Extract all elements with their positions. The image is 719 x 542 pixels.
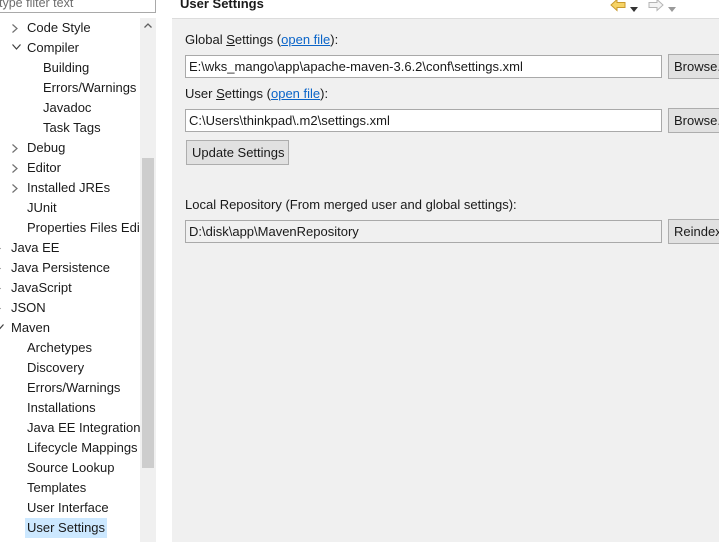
global-settings-field[interactable] [185, 55, 662, 78]
tree-item[interactable]: Properties Files Edi [0, 218, 140, 238]
tree-item[interactable]: Building [0, 58, 140, 78]
tree-item-label: JavaScript [11, 280, 72, 295]
chevron-up-icon [144, 23, 152, 28]
tree-item-label: Java EE [11, 240, 60, 255]
tree-item[interactable]: Templates [0, 478, 140, 498]
user-settings-field[interactable] [185, 109, 662, 132]
chevron-right-icon[interactable] [12, 18, 22, 38]
tree-item[interactable]: Errors/Warnings [0, 378, 140, 398]
chevron-right-icon[interactable] [0, 278, 5, 298]
tree-item[interactable]: User Settings [0, 518, 140, 538]
tree-item[interactable]: Code Style [0, 18, 140, 38]
chevron-down-icon[interactable] [668, 1, 676, 12]
chevron-right-icon[interactable] [0, 298, 5, 318]
global-browse-button[interactable]: Browse... [668, 54, 719, 79]
tree-item-label: Editor [27, 160, 61, 175]
tree-item[interactable]: JUnit [0, 198, 140, 218]
chevron-down-icon[interactable] [0, 318, 5, 338]
tree-item[interactable]: Javadoc [0, 98, 140, 118]
tree-item-label: User Settings [25, 518, 108, 538]
global-open-file-link[interactable]: open file [281, 32, 330, 47]
chevron-right-icon[interactable] [0, 238, 5, 258]
reindex-button[interactable]: Reindex [668, 219, 719, 244]
tree-scrollbar[interactable] [140, 18, 156, 542]
user-browse-button[interactable]: Browse... [668, 108, 719, 133]
tree-item-label: Code Style [27, 20, 91, 35]
tree-item[interactable]: JSON [0, 298, 140, 318]
chevron-right-icon[interactable] [12, 158, 22, 178]
local-repository-label: Local Repository (From merged user and g… [185, 197, 517, 212]
chevron-right-icon[interactable] [12, 178, 22, 198]
tree-item-label: User Interface [27, 500, 109, 515]
page-header: User Settings [172, 0, 719, 19]
tree-item[interactable]: Maven [0, 318, 140, 338]
tree-item-label: Javadoc [43, 100, 92, 115]
tree-item[interactable]: Source Lookup [0, 458, 140, 478]
user-open-file-link[interactable]: open file [271, 86, 320, 101]
tree-item-label: Lifecycle Mappings [27, 440, 138, 455]
tree-item-label: Discovery [27, 360, 85, 375]
update-settings-button[interactable]: Update Settings [186, 140, 289, 165]
tree-item[interactable]: Installed JREs [0, 178, 140, 198]
scroll-thumb[interactable] [142, 158, 154, 468]
tree-item-label: Installations [27, 400, 96, 415]
tree-item-label: Archetypes [27, 340, 93, 355]
back-arrow-icon[interactable] [610, 0, 626, 12]
tree-item-label: Properties Files Edi [27, 220, 140, 235]
tree-item[interactable]: Errors/Warnings [0, 78, 140, 98]
tree-item-label: Java EE Integration [27, 420, 140, 435]
settings-page: User Settings Global Settings (open file… [172, 0, 719, 542]
tree-item[interactable]: JavaScript [0, 278, 140, 298]
global-settings-label: Global Settings (open file): [185, 32, 339, 47]
local-repository-field[interactable] [185, 220, 662, 243]
tree-item-label: Source Lookup [27, 460, 115, 475]
tree-item-label: Compiler [27, 40, 80, 55]
tree-item-label: Maven [11, 320, 51, 335]
chevron-right-icon[interactable] [12, 138, 22, 158]
tree-item[interactable]: Discovery [0, 358, 140, 378]
chevron-right-icon[interactable] [0, 258, 5, 278]
tree-item[interactable]: Java EE Integration [0, 418, 140, 438]
tree-item[interactable]: Java EE [0, 238, 140, 258]
tree-item-label: Templates [27, 480, 87, 495]
tree-item[interactable]: Installations [0, 398, 140, 418]
scroll-up-button[interactable] [140, 18, 156, 34]
preferences-tree-pane: Code Style Compiler Building Errors/Warning… [0, 0, 156, 542]
tree-item[interactable]: Compiler [0, 38, 140, 58]
tree-item-label: Building [43, 60, 90, 75]
user-settings-label: User Settings (open file): [185, 86, 329, 101]
tree-item-label: Java Persistence [11, 260, 110, 275]
page-title: User Settings [180, 0, 264, 11]
tree-item-label: Errors/Warnings [27, 380, 121, 395]
forward-arrow-icon[interactable] [648, 0, 664, 12]
chevron-down-icon[interactable] [630, 1, 638, 12]
tree-item-label: Errors/Warnings [43, 80, 137, 95]
tree-item[interactable]: Debug [0, 138, 140, 158]
tree-item-label: Task Tags [43, 120, 101, 135]
tree-item-label: Installed JREs [27, 180, 111, 195]
tree-item[interactable]: Lifecycle Mappings [0, 438, 140, 458]
tree-item-label: Debug [27, 140, 66, 155]
tree-item[interactable]: User Interface [0, 498, 140, 518]
filter-input[interactable] [0, 0, 156, 13]
chevron-down-icon[interactable] [12, 38, 22, 58]
tree-item-label: JSON [11, 300, 46, 315]
tree-item[interactable]: Archetypes [0, 338, 140, 358]
tree-item-label: JUnit [27, 200, 57, 215]
tree-item[interactable]: Editor [0, 158, 140, 178]
tree-item[interactable]: Java Persistence [0, 258, 140, 278]
pane-sash[interactable] [156, 0, 172, 542]
tree-item[interactable]: Task Tags [0, 118, 140, 138]
